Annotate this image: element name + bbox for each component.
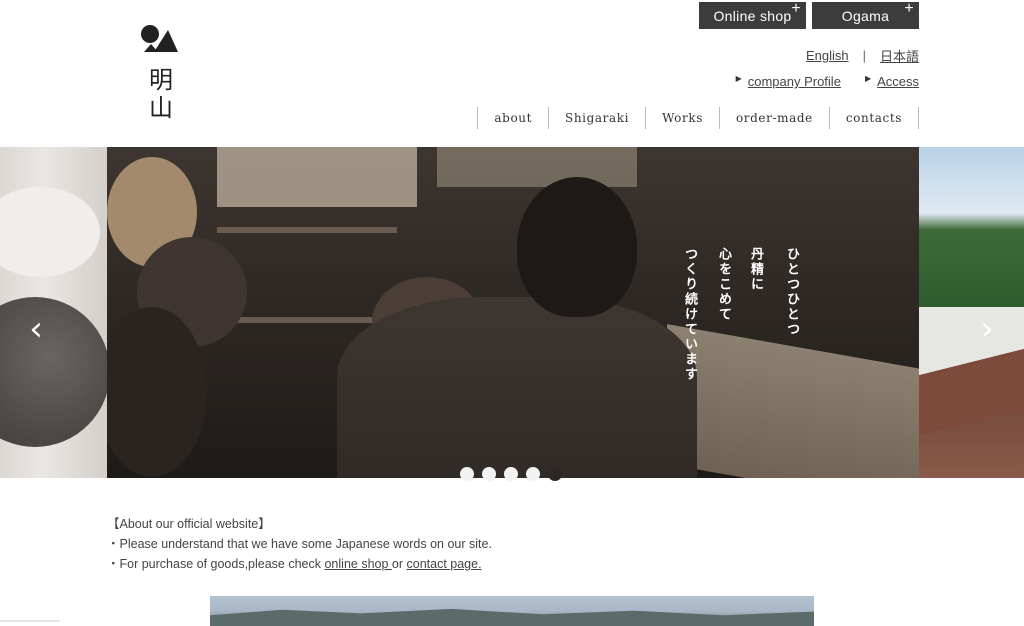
language-switcher: English | 日本語 [806,46,919,65]
potter-head [517,177,637,317]
nav-contacts[interactable]: contacts [828,107,918,129]
window-light [437,147,637,187]
access-item: ▶ Access [865,74,919,89]
nav-shigaraki[interactable]: Shigaraki [548,107,645,129]
ogama-label: Ogama [841,7,890,24]
window-light [217,147,417,207]
nav-works[interactable]: Works [645,107,719,129]
divider [0,620,60,622]
logo-text: 明山 [149,66,173,122]
triangle-right-icon: ▶ [864,74,872,83]
caption-line: 心をこめて [716,247,731,322]
previous-slide-preview [0,147,110,478]
notice-line-2-prefix: ・For purchase of goods,please check [107,557,325,571]
logo-mark-icon [141,25,178,52]
site-logo[interactable]: 明山 [140,22,180,132]
plus-icon: + [904,0,914,17]
language-separator: | [862,48,866,63]
potter-figure [337,297,697,478]
top-buttons: Online shop + Ogama + [699,0,919,29]
slider-dot[interactable] [460,467,474,481]
nav-about[interactable]: about [477,107,548,129]
online-shop-label: Online shop [713,7,792,24]
chevron-right-icon[interactable]: › [976,309,998,349]
nav-order-made[interactable]: order-made [718,107,829,129]
triangle-right-icon: ▶ [735,74,742,83]
access-link[interactable]: Access [877,74,919,89]
shelf [217,317,387,323]
chevron-left-icon[interactable]: ‹ [25,309,47,349]
japanese-link[interactable]: 日本語 [880,46,919,65]
notice-heading: 【About our official website】 [107,517,271,531]
ogama-button[interactable]: Ogama + [812,0,919,29]
pottery-image [0,297,110,447]
notice-line-1: ・Please understand that we have some Jap… [107,537,492,551]
next-slide-preview [919,147,1024,478]
caption-line: 丹精に [748,247,763,292]
pottery-image [0,187,100,277]
company-profile-item: ▶ company Profile [736,74,841,89]
online-shop-link[interactable]: online shop [324,557,391,571]
notice-line-2: ・For purchase of goods,please check onli… [107,554,492,574]
header-sublinks: ▶ company Profile ▶ Access [736,74,919,89]
online-shop-button[interactable]: Online shop + [699,0,806,29]
english-link[interactable]: English [806,48,849,63]
work-table [667,324,919,478]
slider-dot-active[interactable] [548,467,562,481]
site-notice: 【About our official website】 ・Please und… [107,514,492,574]
notice-or-text: or [391,557,407,571]
landscape-image [210,596,814,626]
slider-dot[interactable] [526,467,540,481]
shelf [217,227,397,233]
caption-line: ひとつひとつ [784,247,799,337]
caption-line: つくり続けています [682,247,697,382]
slider-dots [460,467,562,481]
mountain-silhouette [210,608,814,626]
contact-page-link[interactable]: contact page. [407,557,482,571]
plus-icon: + [791,0,801,17]
slider-dot[interactable] [482,467,496,481]
hero-slider: ひとつひとつ 丹精に 心をこめて つくり続けています ‹ › [0,147,1024,478]
slider-dot[interactable] [504,467,518,481]
current-slide-image: ひとつひとつ 丹精に 心をこめて つくり続けています [107,147,919,478]
company-profile-link[interactable]: company Profile [748,74,841,89]
main-nav: about Shigaraki Works order-made contact… [477,107,919,129]
